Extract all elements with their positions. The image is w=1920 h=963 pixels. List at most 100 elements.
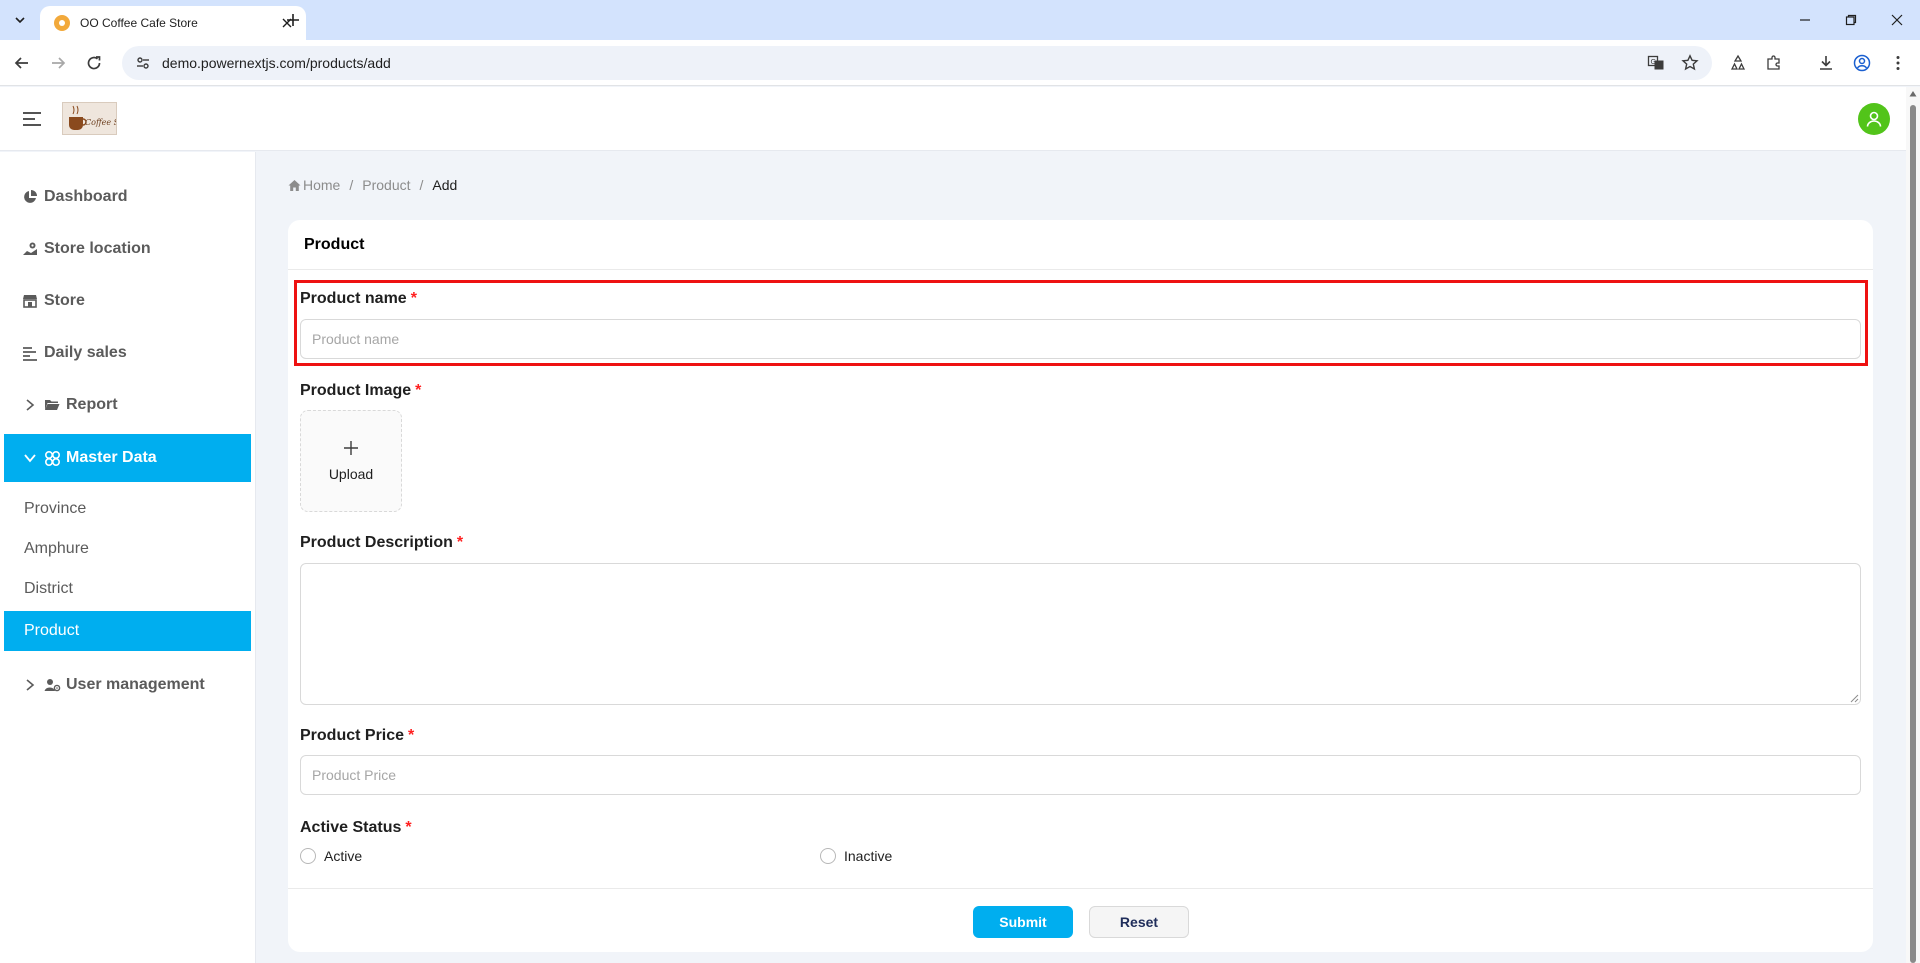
map-location-icon	[20, 239, 40, 259]
breadcrumb-product-link[interactable]: Product	[362, 177, 410, 193]
hamburger-icon	[23, 112, 41, 126]
chevron-right-icon	[20, 675, 40, 695]
sidebar-subitem-label: District	[24, 580, 73, 597]
sidebar-subitem-amphure[interactable]: Amphure	[4, 529, 251, 569]
arrow-right-icon	[52, 57, 66, 69]
breadcrumb-home-link[interactable]: Home	[288, 177, 340, 193]
required-mark: *	[456, 534, 464, 551]
active-status-label: Active Status *	[300, 819, 412, 836]
radio-inactive-label: Inactive	[844, 848, 893, 864]
sidebar-subitem-label: Amphure	[24, 540, 89, 557]
required-mark: *	[408, 727, 415, 744]
sidebar-subitem-product[interactable]: Product	[4, 611, 251, 651]
tab-search-button[interactable]	[8, 8, 32, 32]
sidebar-item-label: Store location	[44, 240, 151, 257]
extensions-puzzle-icon[interactable]	[1762, 51, 1786, 75]
translate-icon[interactable]: G	[1644, 51, 1668, 75]
tab-title: OO Coffee Cafe Store	[80, 16, 198, 30]
page-scrollbar[interactable]	[1906, 87, 1920, 963]
scrollbar-thumb[interactable]	[1910, 105, 1916, 963]
download-icon[interactable]	[1814, 51, 1838, 75]
sidebar-item-label: User management	[66, 676, 205, 693]
scroll-up-arrow-icon[interactable]	[1909, 90, 1917, 98]
product-price-label: Product Price *	[300, 727, 415, 744]
user-gear-icon	[42, 675, 62, 695]
radio-active[interactable]: Active	[300, 848, 362, 864]
user-icon	[1866, 111, 1882, 127]
browser-toolbar: demo.powernextjs.com/products/add G	[0, 40, 1920, 86]
required-mark: *	[405, 819, 412, 836]
sidebar-item-label: Report	[66, 396, 118, 413]
menu-toggle-button[interactable]	[20, 107, 44, 131]
resize-handle-icon[interactable]	[1849, 693, 1859, 703]
product-description-textarea[interactable]	[300, 563, 1861, 705]
required-mark: *	[415, 382, 422, 399]
radio-active-label: Active	[324, 848, 363, 864]
plus-icon	[344, 441, 358, 455]
sidebar-subitem-province[interactable]: Province	[4, 489, 251, 529]
close-window-button[interactable]	[1874, 0, 1920, 40]
sidebar-subitem-label: Province	[24, 500, 87, 517]
breadcrumb: Home / Product / Add	[288, 176, 457, 194]
browser-tab-bar: OO Coffee Cafe Store	[0, 0, 1920, 40]
user-avatar[interactable]	[1858, 103, 1890, 135]
sidebar-item-label: Store	[44, 292, 85, 309]
radio-circle[interactable]	[820, 848, 836, 864]
plus-icon	[287, 14, 299, 26]
profile-icon[interactable]	[1850, 51, 1874, 75]
app-header: Coffee Shop	[0, 87, 1906, 151]
chevron-down-icon	[20, 448, 40, 468]
pie-chart-icon	[20, 187, 40, 207]
sidebar-item-master-data[interactable]: Master Data	[4, 434, 251, 482]
back-button[interactable]	[10, 51, 34, 75]
coffee-favicon-icon	[54, 15, 70, 31]
chevron-down-icon	[15, 17, 25, 24]
breadcrumb-separator: /	[419, 177, 424, 193]
submit-button[interactable]: Submit	[973, 906, 1073, 938]
forward-button[interactable]	[46, 51, 70, 75]
breadcrumb-home-label: Home	[303, 177, 341, 193]
site-info-icon[interactable]	[132, 52, 154, 74]
sidebar-item-user-management[interactable]: User management	[4, 661, 251, 709]
chevron-right-icon	[20, 395, 40, 415]
card-footer-divider	[288, 888, 1873, 889]
sidebar: Dashboard Store location Store Daily sal…	[0, 152, 256, 963]
restore-button[interactable]	[1828, 0, 1874, 40]
required-mark: *	[410, 290, 417, 307]
sidebar-subitem-label: Product	[24, 622, 80, 639]
recycle-extension-icon[interactable]	[1726, 51, 1750, 75]
sidebar-item-dashboard[interactable]: Dashboard	[4, 173, 251, 221]
sidebar-item-label: Daily sales	[44, 344, 127, 361]
sidebar-item-daily-sales[interactable]: Daily sales	[4, 329, 251, 377]
radio-circle[interactable]	[300, 848, 316, 864]
reset-button[interactable]: Reset	[1089, 906, 1189, 938]
new-tab-button[interactable]	[282, 9, 304, 31]
product-name-label: Product name *	[300, 290, 417, 307]
minimize-button[interactable]	[1782, 0, 1828, 40]
product-price-input[interactable]	[300, 755, 1861, 795]
browser-tab-active[interactable]: OO Coffee Cafe Store	[40, 6, 306, 40]
product-name-input[interactable]	[300, 319, 1861, 359]
svg-text:G: G	[1651, 58, 1656, 66]
url-text: demo.powernextjs.com/products/add	[162, 55, 391, 71]
close-icon	[1891, 14, 1903, 26]
bar-list-icon	[20, 343, 40, 363]
upload-label: Upload	[328, 466, 374, 482]
product-image-label: Product Image *	[300, 382, 422, 399]
folder-open-icon	[42, 395, 62, 415]
radio-inactive[interactable]: Inactive	[820, 848, 892, 864]
sidebar-item-store-location[interactable]: Store location	[4, 225, 251, 273]
card-title-text: Product	[304, 235, 365, 253]
address-bar[interactable]: demo.powernextjs.com/products/add G	[122, 46, 1712, 80]
reload-icon	[87, 56, 101, 70]
sidebar-subitem-district[interactable]: District	[4, 569, 251, 609]
reload-button[interactable]	[82, 51, 106, 75]
sidebar-item-report[interactable]: Report	[4, 381, 251, 429]
restore-icon	[1845, 14, 1857, 26]
bookmark-star-icon[interactable]	[1678, 51, 1702, 75]
image-upload-button[interactable]: Upload	[300, 410, 402, 512]
kebab-menu-icon[interactable]	[1886, 51, 1910, 75]
shop-icon	[20, 291, 40, 311]
sidebar-item-store[interactable]: Store	[4, 277, 251, 325]
product-form-card: Product Product name* Product Image* Upl…	[288, 220, 1873, 952]
